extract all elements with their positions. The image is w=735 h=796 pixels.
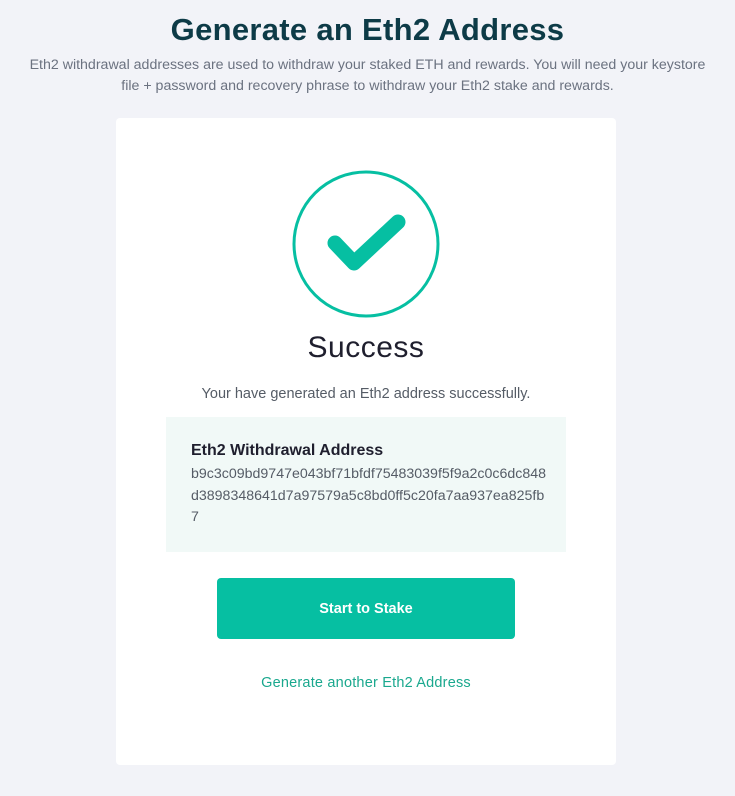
checkmark-circle-icon: [292, 170, 440, 318]
success-message: Your have generated an Eth2 address succ…: [201, 386, 531, 402]
generate-another-address-link[interactable]: Generate another Eth2 Address: [116, 675, 616, 691]
success-heading: Success: [307, 331, 425, 364]
success-card: Success Your have generated an Eth2 addr…: [116, 118, 616, 765]
address-value[interactable]: b9c3c09bd9747e043bf71bfdf75483039f5f9a2c…: [191, 464, 546, 529]
page-title: Generate an Eth2 Address: [170, 12, 565, 47]
address-box: Eth2 Withdrawal Address b9c3c09bd9747e04…: [166, 417, 566, 552]
address-label: Eth2 Withdrawal Address: [191, 442, 384, 459]
start-to-stake-button[interactable]: Start to Stake: [217, 578, 515, 639]
page-subtitle: Eth2 withdrawal addresses are used to wi…: [29, 57, 706, 94]
